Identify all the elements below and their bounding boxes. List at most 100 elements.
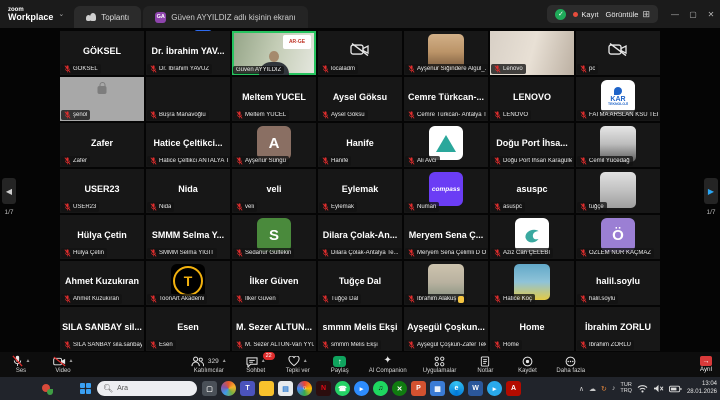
whatsapp-icon[interactable]: ☎ [335,381,350,396]
participant-tile[interactable]: Meltem YUCELMeltem YUCEL [232,77,316,121]
audio-service-tray-icon[interactable]: ♪ [612,385,616,392]
participant-tile[interactable]: SILA SANBAY sil...SILA SANBAY sila.sanba… [60,307,144,351]
netflix-icon[interactable]: N [316,381,331,396]
start-button[interactable] [80,383,92,395]
ai-companion-button[interactable]: ✦AI Companion [369,355,407,374]
participant-tile[interactable]: Aysel GöksuAysel Göksu [318,77,402,121]
participant-tile[interactable]: Doğu Port İhsa...Doğu Port İhsan Karagül… [490,123,574,167]
word-icon[interactable]: W [468,381,483,396]
participant-tile[interactable]: pc [576,31,660,75]
participant-tile[interactable]: İbrahim Alakuş [404,261,488,305]
share-button[interactable]: ↑Paylaş [327,355,353,374]
photos-app-icon[interactable] [221,381,236,396]
tab-meeting[interactable]: Toplantı [74,6,141,28]
more-button[interactable]: Daha fazla [556,355,585,374]
participant-tile[interactable]: TToonArt Akademi [146,261,230,305]
participant-tile[interactable]: Ayşenur Sığındere Algül_.. [404,31,488,75]
participant-tile[interactable]: Hatice Koç [490,261,574,305]
spotify-icon[interactable]: ♫ [373,381,388,396]
participant-tile[interactable]: Ali Avcı [404,123,488,167]
participant-tile[interactable]: tuğçe [576,169,660,213]
photo-viewer-icon[interactable]: ▦ [430,381,445,396]
chevron-up-icon[interactable]: ▲ [303,358,308,364]
participant-tile[interactable]: HanifeHanife [318,123,402,167]
task-view-icon[interactable]: ▢ [202,381,217,396]
participant-tile[interactable]: AR-GE Güven AYYILDIZ [232,31,316,75]
participant-tile[interactable]: Aziz Can ÇELEBİ [490,215,574,259]
participant-tile[interactable]: Büşra Manavoğlu [146,77,230,121]
participant-tile[interactable]: localadm [318,31,402,75]
participant-tile[interactable]: ÖÖZLEM NUR KAÇMAZ [576,215,660,259]
participant-tile[interactable]: LENOVOLENOVO [490,77,574,121]
participant-tile[interactable]: veliveli [232,169,316,213]
video-button[interactable]: ▲Video [50,355,76,374]
chrome-icon[interactable]: ○ [297,381,312,396]
update-tray-icon[interactable]: ↻ [601,385,607,393]
participant-tile[interactable]: Cemil Yücedağ [576,123,660,167]
participant-tile[interactable]: ZaferZafer [60,123,144,167]
next-page-button[interactable]: ▶ [704,178,718,204]
participant-tile[interactable]: NidaNida [146,169,230,213]
participant-tile[interactable]: HomeHome [490,307,574,351]
chevron-up-icon[interactable]: ▲ [69,358,74,364]
widgets-icon[interactable] [40,382,54,396]
view-button[interactable]: Görüntüle ⊞ [606,9,650,20]
powerpoint-icon[interactable]: P [411,381,426,396]
hidden-icons-caret[interactable]: ∧ [579,385,584,393]
participant-tile[interactable]: AAyşenur Süngü [232,123,316,167]
participant-tile[interactable]: İbrahim ZORLUİbrahim ZORLU [576,307,660,351]
language-indicator[interactable]: TURTRQ [620,383,632,394]
participant-tile[interactable]: İlker Güvenİlker Güven [232,261,316,305]
participant-tile[interactable]: USER23USER23 [60,169,144,213]
participant-tile[interactable]: Cemre Türkcan-...Cemre Türkcan- Antalya … [404,77,488,121]
participant-tile[interactable]: Meryem Sena Ç...Meryem Sena Çelimli D O.… [404,215,488,259]
participants-button[interactable]: 329▲Katılımcılar [191,355,227,374]
maximize-button[interactable]: ▢ [684,0,702,28]
participant-tile[interactable]: M. Sezer ALTUN...M. Sezer ALTUN-Van YYÜ [232,307,316,351]
microsoft-store-icon[interactable]: ▤ [278,381,293,396]
participant-tile[interactable]: GÖKSELGÖKSEL [60,31,144,75]
taskbar-clock[interactable]: 13:04 28.01.2026 [687,381,717,395]
wifi-icon[interactable] [637,384,648,393]
leave-button[interactable]: → Ayrıl [700,356,712,373]
volume-icon[interactable] [653,384,664,393]
participant-tile[interactable]: SMMM Selma Y...SMMM Selma YİĞİT [146,215,230,259]
participant-tile[interactable]: EsenEsen [146,307,230,351]
participant-tile[interactable]: Hatice Çeltikci...Hatice Çeltikci ANTALY… [146,123,230,167]
participant-tile[interactable]: asuspcasuspc [490,169,574,213]
participant-tile[interactable]: KARTEKNOLOJİFATMA ARSLAN KSÜ TEK... [576,77,660,121]
acrobat-icon[interactable]: A [506,381,521,396]
participant-tile[interactable]: Dilara Çolak-An...Dilara Çolak-Antalya T… [318,215,402,259]
participant-tile[interactable]: EylemakEylemak [318,169,402,213]
zoom-app-icon[interactable]: ▸ [354,381,369,396]
chat-button[interactable]: ▲22Sohbet [243,355,269,374]
chevron-up-icon[interactable]: ▲ [26,358,31,364]
participant-tile[interactable]: halil.soyluhalil.soylu [576,261,660,305]
teams-icon[interactable]: T [240,381,255,396]
reactions-button[interactable]: ▲Tepki ver [285,355,311,374]
security-shield-icon[interactable]: ✓ [555,9,566,20]
participant-tile[interactable]: Tuğçe DalTuğçe Dal [318,261,402,305]
record-button[interactable]: Kaydet [514,355,540,374]
participant-tile[interactable]: Ayşegül Çoşkun...Ayşegül Çoşkun-Zafer Te… [404,307,488,351]
onedrive-tray-icon[interactable]: ☁ [589,385,596,393]
participant-tile[interactable]: Hülya ÇetinHülya Çetin [60,215,144,259]
battery-icon[interactable] [669,385,682,393]
audio-button[interactable]: ▲Ses [8,355,34,374]
notes-button[interactable]: Notlar [472,355,498,374]
participant-tile[interactable]: Ahmet KuzukıranAhmet Kuzukıran [60,261,144,305]
chevron-down-icon[interactable]: ⌄ [58,10,64,18]
participant-tile[interactable]: şenol [60,77,144,121]
minimize-button[interactable]: — [666,0,684,28]
chevron-up-icon[interactable]: ▲ [222,358,227,364]
xbox-icon[interactable]: ✕ [392,381,407,396]
tab-shared-screen[interactable]: GA Güven AYYILDIZ adlı kişinin ekranı [143,6,307,28]
participant-tile[interactable]: compassNuman [404,169,488,213]
participant-tile[interactable]: Dr. İbrahim YAV...Dr. İbrahim YAVUZ [146,31,230,75]
recording-indicator[interactable]: Kayıt [573,10,598,19]
telegram-icon[interactable]: ▸ [487,381,502,396]
edge-icon[interactable]: e [449,381,464,396]
prev-page-button[interactable]: ◀ [2,178,16,204]
file-explorer-icon[interactable] [259,381,274,396]
apps-button[interactable]: Uygulamalar [423,355,457,374]
